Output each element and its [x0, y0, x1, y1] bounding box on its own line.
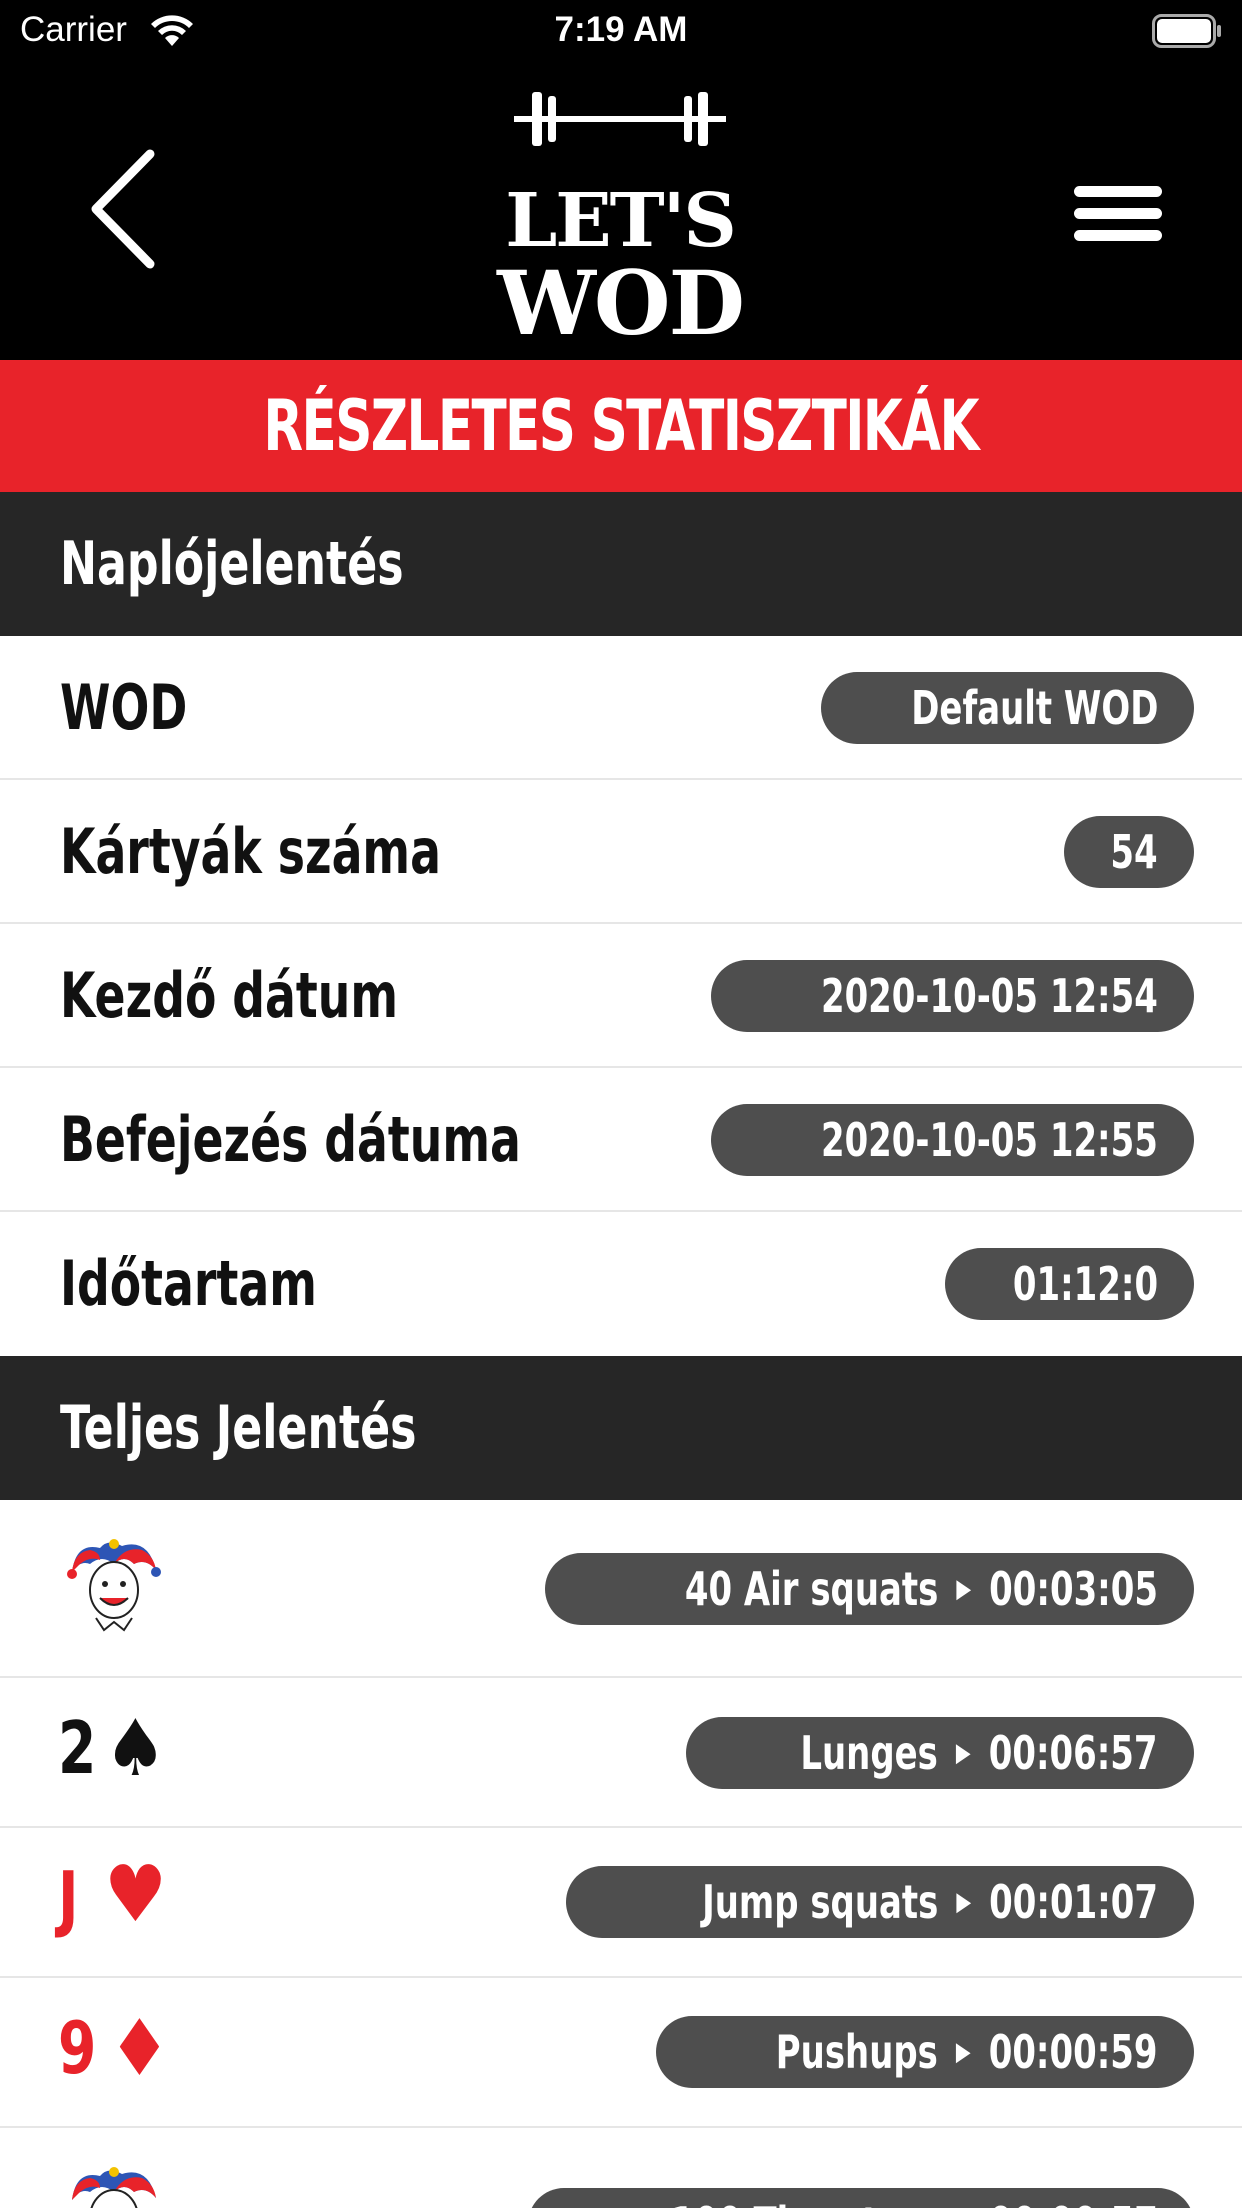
- heart-icon: ♥: [104, 1850, 167, 1940]
- exercise-badge: Lunges ▶ 00:06:57: [686, 1717, 1194, 1789]
- exercise-badge: Jump squats ▶ 00:01:07: [566, 1866, 1194, 1938]
- back-arrow-icon[interactable]: [80, 144, 170, 274]
- stat-row-wod: WOD Default WOD: [0, 636, 1242, 780]
- card-row: J ♥ Jump squats ▶ 00:01:07: [0, 1828, 1242, 1978]
- exercise-badge: Pushups ▶ 00:00:59: [656, 2016, 1194, 2088]
- stat-row-duration: Időtartam 01:12:0: [0, 1212, 1242, 1356]
- card-row: 100 Thrusters▶00:00:57: [0, 2128, 1242, 2208]
- section-header-log: Naplójelentés: [0, 492, 1242, 636]
- value-badge: Default WOD: [820, 672, 1194, 744]
- lets-wod-logo: LET'S WOD: [480, 84, 760, 354]
- value-badge: 2020-10-05 12:54: [711, 960, 1194, 1032]
- diamond-icon: ♦: [108, 2004, 171, 2094]
- play-arrow-icon: ▶: [956, 2036, 972, 2067]
- card-rank: 9: [58, 2006, 97, 2090]
- joker-card-icon: [67, 1539, 161, 1632]
- exercise-badge: 100 Thrusters▶00:00:57: [528, 2188, 1194, 2208]
- barbell-icon: [514, 92, 726, 146]
- logo-line1: LET'S: [505, 178, 737, 264]
- spade-icon: ♠: [104, 1704, 167, 1794]
- play-arrow-icon: ▶: [956, 2188, 971, 2208]
- value-badge: 54: [1064, 816, 1194, 888]
- joker-card-icon: [72, 2167, 156, 2208]
- card-row: 2 ♠ Lunges ▶ 00:06:57: [0, 1678, 1242, 1828]
- play-arrow-icon: ▶: [956, 1573, 972, 1604]
- stat-row-card-count: Kártyák száma 54: [0, 780, 1242, 924]
- stat-row-start-date: Kezdő dátum 2020-10-05 12:54: [0, 924, 1242, 1068]
- stat-row-end-date: Befejezés dátuma 2020-10-05 12:55: [0, 1068, 1242, 1212]
- play-arrow-icon: ▶: [956, 1886, 972, 1917]
- battery-icon: [1152, 14, 1221, 48]
- hamburger-menu-icon[interactable]: [1070, 174, 1166, 254]
- section-header-full: Teljes Jelentés: [0, 1356, 1242, 1500]
- value-badge: 2020-10-05 12:55: [711, 1104, 1194, 1176]
- logo-line2: WOD: [497, 251, 745, 355]
- status-bar: Carrier 7:19 AM: [0, 0, 1242, 64]
- play-arrow-icon: ▶: [956, 1737, 972, 1768]
- card-row: 9 ♦ Pushups ▶ 00:00:59: [0, 1978, 1242, 2128]
- exercise-badge: 40 Air squats ▶ 00:03:05: [545, 1553, 1194, 1625]
- value-badge: 01:12:0: [944, 1248, 1194, 1320]
- card-rank: J: [58, 1856, 79, 1940]
- clock: 7:19 AM: [554, 10, 688, 49]
- page-title: RÉSZLETES STATISZTIKÁK: [0, 360, 1242, 492]
- app-header: LET'S WOD: [0, 64, 1242, 360]
- card-row: 40 Air squats ▶ 00:03:05: [0, 1500, 1242, 1678]
- card-rank: 2: [58, 1706, 97, 1790]
